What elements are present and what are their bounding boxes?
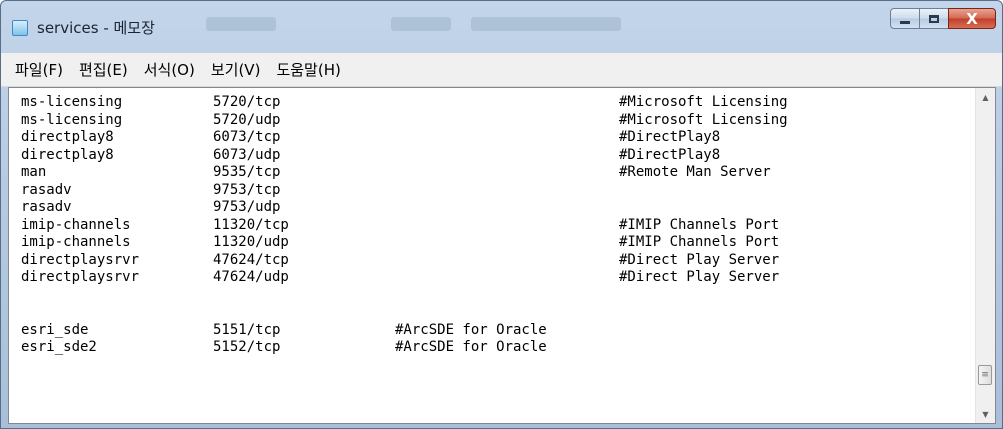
text-line: man 9535/tcp #Remote Man Server xyxy=(21,164,975,182)
text-line: ms-licensing 5720/tcp #Microsoft Licensing xyxy=(21,94,975,112)
service-port: 9753/udp xyxy=(213,199,281,215)
editor-text-area[interactable]: ms-licensing 5720/tcp #Microsoft Licensing… xyxy=(21,94,975,423)
service-name: rasadv xyxy=(21,199,72,215)
text-line xyxy=(21,304,975,322)
service-name: esri_sde xyxy=(21,321,89,338)
menu-help[interactable]: 도움말(H) xyxy=(268,59,348,80)
close-button[interactable]: X xyxy=(948,8,996,29)
text-line: directplaysrvr 47624/udp #Direct Play Serv… xyxy=(21,269,975,287)
text-line xyxy=(21,287,975,305)
menu-bar: 파일(F) 편집(E) 서식(O) 보기(V) 도움말(H) xyxy=(1,53,1002,87)
notepad-icon[interactable] xyxy=(12,20,28,36)
maximize-button[interactable] xyxy=(919,8,949,29)
window-title: services - 메모장 xyxy=(37,19,155,37)
scrollbar-thumb[interactable]: ≡ xyxy=(978,365,992,385)
service-name: ms-licensing xyxy=(21,111,123,128)
blurred-background xyxy=(206,17,276,31)
blurred-background xyxy=(471,17,621,31)
service-port: 5152/tcp xyxy=(213,339,281,355)
minimize-icon xyxy=(900,20,910,24)
text-line: directplay8 6073/udp #DirectPlay8 xyxy=(21,147,975,165)
menu-format[interactable]: 서식(O) xyxy=(136,59,203,80)
service-comment: #DirectPlay8 xyxy=(619,146,721,163)
service-name: man xyxy=(21,164,47,180)
service-name: directplay8 xyxy=(21,146,114,163)
text-line: directplaysrvr 47624/tcp #Direct Play Serv… xyxy=(21,252,975,270)
service-name: rasadv xyxy=(21,181,72,198)
menu-view[interactable]: 보기(V) xyxy=(203,59,269,80)
service-comment: #Microsoft Licensing xyxy=(619,111,788,128)
service-port: 6073/udp xyxy=(213,146,281,163)
blurred-background xyxy=(391,17,451,31)
text-line: directplay8 6073/tcp #DirectPlay8 xyxy=(21,129,975,147)
service-comment: #Direct Play Server xyxy=(619,251,780,268)
service-port: 9535/tcp xyxy=(213,164,281,180)
text-line: rasadv 9753/udp xyxy=(21,199,975,217)
menu-file[interactable]: 파일(F) xyxy=(1,59,71,80)
text-line: rasadv 9753/tcp xyxy=(21,182,975,200)
text-line: ms-licensing 5720/udp #Microsoft Licensing xyxy=(21,112,975,130)
service-comment: #Remote Man Server xyxy=(619,164,771,180)
notepad-window: services - 메모장 X 파일(F) 편집(E) 서식(O) 보기(V)… xyxy=(0,0,1003,429)
minimize-button[interactable] xyxy=(890,8,920,29)
service-name: esri_sde2 xyxy=(21,339,97,355)
service-comment: #ArcSDE for Oracle xyxy=(395,339,547,355)
vertical-scrollbar[interactable]: ▲ ≡ ▼ xyxy=(975,88,995,423)
service-port: 11320/udp xyxy=(213,234,289,250)
arrow-up-icon[interactable]: ▲ xyxy=(976,88,995,106)
service-port: 5720/udp xyxy=(213,111,281,128)
text-line: esri_sde2 5152/tcp #ArcSDE for Oracle xyxy=(21,339,975,357)
service-port: 47624/udp xyxy=(213,269,289,285)
service-name: ms-licensing xyxy=(21,94,123,110)
service-comment: #ArcSDE for Oracle xyxy=(395,321,547,338)
service-comment: #IMIP Channels Port xyxy=(619,216,780,233)
service-name: directplaysrvr xyxy=(21,269,140,285)
service-port: 11320/tcp xyxy=(213,216,289,233)
service-comment: #IMIP Channels Port xyxy=(619,234,780,250)
text-editor[interactable]: ms-licensing 5720/tcp #Microsoft Licensing… xyxy=(8,87,996,424)
service-comment: #DirectPlay8 xyxy=(619,129,721,145)
service-port: 5151/tcp xyxy=(213,321,281,338)
menu-edit[interactable]: 편집(E) xyxy=(71,59,136,80)
service-port: 47624/tcp xyxy=(213,251,289,268)
window-controls: X xyxy=(890,8,996,29)
service-comment: #Microsoft Licensing xyxy=(619,94,788,110)
service-name: imip-channels xyxy=(21,216,131,233)
arrow-down-icon[interactable]: ▼ xyxy=(976,405,995,423)
close-icon: X xyxy=(966,9,978,28)
service-comment: #Direct Play Server xyxy=(619,269,780,285)
service-port: 6073/tcp xyxy=(213,129,281,145)
text-line: imip-channels 11320/udp #IMIP Channels Por… xyxy=(21,234,975,252)
maximize-icon xyxy=(929,14,939,23)
text-line: esri_sde 5151/tcp #ArcSDE for Oracle xyxy=(21,322,975,340)
service-port: 5720/tcp xyxy=(213,94,281,110)
service-name: directplaysrvr xyxy=(21,251,140,268)
grip-icon: ≡ xyxy=(981,370,989,380)
service-port: 9753/tcp xyxy=(213,181,281,198)
service-name: imip-channels xyxy=(21,234,131,250)
service-name: directplay8 xyxy=(21,129,114,145)
title-bar[interactable]: services - 메모장 X xyxy=(1,1,1002,53)
text-line: imip-channels 11320/tcp #IMIP Channels Por… xyxy=(21,217,975,235)
